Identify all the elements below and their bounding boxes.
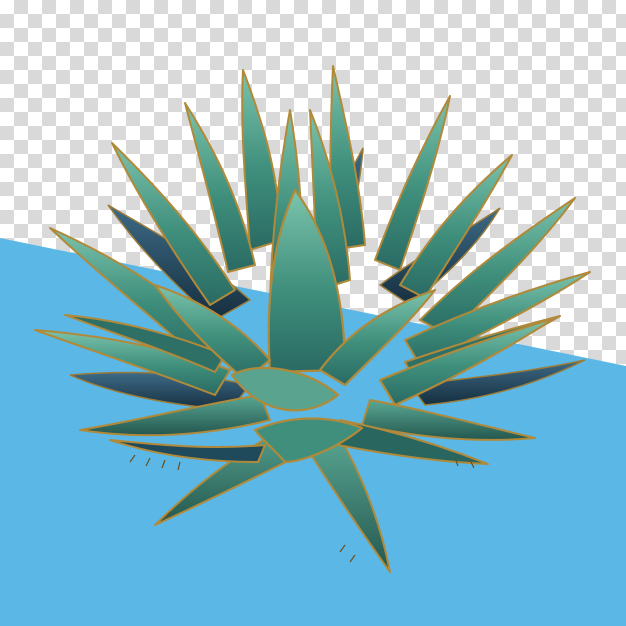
image-canvas <box>0 0 626 626</box>
agave-illustration <box>0 65 626 626</box>
